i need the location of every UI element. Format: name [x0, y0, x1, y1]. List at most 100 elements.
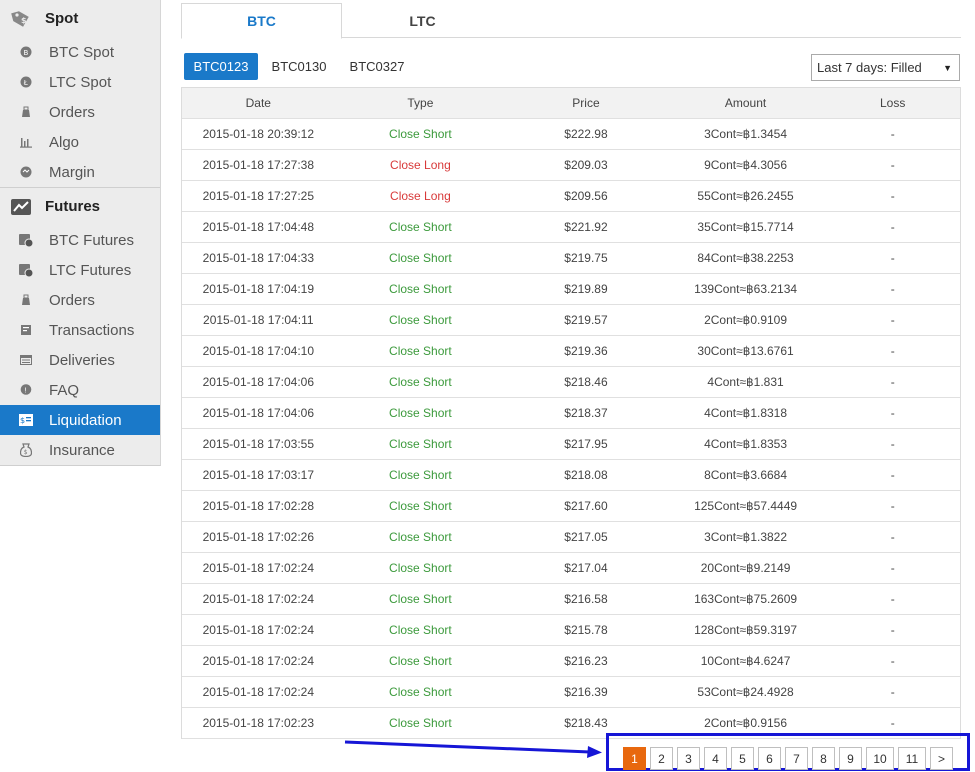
- page-button-2[interactable]: 2: [650, 747, 673, 770]
- cell-date: 2015-01-18 17:02:26: [202, 530, 315, 544]
- cell-date: 2015-01-18 17:04:33: [202, 251, 315, 265]
- pagination: 1 2 3 4 5 6 7 8 9 10 11 >: [623, 747, 957, 770]
- bar-chart-icon: [19, 135, 33, 149]
- column-header-date[interactable]: Date: [182, 88, 335, 118]
- orders-icon: [19, 293, 33, 307]
- sidebar-item-label: Liquidation: [49, 411, 122, 429]
- cell-amount: 125Cont≈฿57.4449: [694, 499, 798, 513]
- sidebar-item-label: LTC Spot: [49, 73, 112, 91]
- sidebar-item-insurance[interactable]: $ Insurance: [0, 435, 160, 465]
- cell-loss: -: [890, 561, 895, 575]
- cell-amount: 20Cont≈฿9.2149: [700, 561, 791, 575]
- cell-date: 2015-01-18 17:04:48: [202, 220, 315, 234]
- orders-icon: [19, 105, 33, 119]
- cell-loss: -: [890, 685, 895, 699]
- page-button-8[interactable]: 8: [812, 747, 835, 770]
- table-row: 2015-01-18 20:39:12 Close Short $222.98 3Co…: [182, 119, 960, 150]
- cell-type: Close Short: [389, 592, 452, 606]
- svg-text:B: B: [24, 49, 29, 57]
- page-button-1[interactable]: 1: [623, 747, 646, 770]
- sidebar-item-margin[interactable]: Margin: [0, 157, 160, 187]
- sidebar-item-label: BTC Spot: [49, 43, 115, 61]
- tab-ltc[interactable]: LTC: [342, 3, 503, 38]
- caret-down-icon: ▼: [943, 63, 952, 73]
- sidebar-item-label: Insurance: [49, 441, 115, 459]
- cell-price: $218.08: [564, 468, 608, 482]
- cell-type: Close Short: [389, 251, 452, 265]
- annotation-arrow: [344, 740, 602, 758]
- cell-amount: 2Cont≈฿0.9109: [704, 313, 788, 327]
- period-filter-select[interactable]: Last 7 days: Filled ▼: [811, 54, 960, 81]
- svg-text:$: $: [24, 449, 28, 456]
- sidebar-item-liquidation[interactable]: $ Liquidation: [0, 405, 160, 435]
- cell-amount: 35Cont≈฿15.7714: [697, 220, 794, 234]
- next-page-button[interactable]: >: [930, 747, 953, 770]
- sidebar-section-futures[interactable]: Futures: [0, 188, 160, 225]
- page-button-9[interactable]: 9: [839, 747, 862, 770]
- cell-price: $219.57: [564, 313, 608, 327]
- sidebar-item-orders[interactable]: Orders: [0, 285, 160, 315]
- period-filter-value: Last 7 days: Filled: [817, 60, 922, 75]
- sidebar-item-btc-spot[interactable]: B BTC Spot: [0, 37, 160, 67]
- page-button-6[interactable]: 6: [758, 747, 781, 770]
- margin-icon: [19, 165, 33, 179]
- cell-price: $215.78: [564, 623, 608, 637]
- column-header-type[interactable]: Type: [335, 88, 507, 118]
- column-header-amount[interactable]: Amount: [666, 88, 826, 118]
- cell-price: $218.37: [564, 406, 608, 420]
- cell-loss: -: [890, 654, 895, 668]
- table-row: 2015-01-18 17:03:55 Close Short $217.95 4Co…: [182, 429, 960, 460]
- page-button-11[interactable]: 11: [898, 747, 926, 770]
- insurance-icon: $: [19, 443, 33, 457]
- cell-loss: -: [890, 468, 895, 482]
- table-row: 2015-01-18 17:02:28 Close Short $217.60 125…: [182, 491, 960, 522]
- table-row: 2015-01-18 17:02:24 Close Short $216.58 163…: [182, 584, 960, 615]
- column-header-price[interactable]: Price: [506, 88, 666, 118]
- cell-date: 2015-01-18 17:02:24: [202, 592, 315, 606]
- cell-type: Close Short: [389, 716, 452, 730]
- cell-loss: -: [890, 158, 895, 172]
- cell-loss: -: [890, 282, 895, 296]
- cell-loss: -: [890, 592, 895, 606]
- contract-btc0130[interactable]: BTC0130: [263, 53, 335, 80]
- sidebar-item-deliveries[interactable]: Deliveries: [0, 345, 160, 375]
- page-button-5[interactable]: 5: [731, 747, 754, 770]
- deliveries-icon: [19, 353, 33, 367]
- sidebar-section-spot[interactable]: $ Spot: [0, 0, 160, 37]
- cell-price: $222.98: [564, 127, 608, 141]
- sidebar-item-faq[interactable]: ! FAQ: [0, 375, 160, 405]
- page-button-3[interactable]: 3: [677, 747, 700, 770]
- sidebar-item-orders[interactable]: Orders: [0, 97, 160, 127]
- page-button-10[interactable]: 10: [866, 747, 894, 770]
- cell-date: 2015-01-18 17:03:55: [202, 437, 315, 451]
- cell-price: $217.95: [564, 437, 608, 451]
- table-row: 2015-01-18 17:04:33 Close Short $219.75 84C…: [182, 243, 960, 274]
- sidebar-item-label: Transactions: [49, 321, 135, 339]
- cell-loss: -: [890, 344, 895, 358]
- sidebar-item-btc-futures[interactable]: BTC Futures: [0, 225, 160, 255]
- sidebar-section-label: Futures: [45, 198, 101, 215]
- cell-date: 2015-01-18 17:27:25: [202, 189, 315, 203]
- cell-price: $217.60: [564, 499, 608, 513]
- cell-amount: 8Cont≈฿3.6684: [704, 468, 788, 482]
- tag-icon: $: [10, 8, 32, 30]
- sidebar-item-ltc-futures[interactable]: LTC Futures: [0, 255, 160, 285]
- cell-type: Close Short: [389, 530, 452, 544]
- cell-type: Close Short: [389, 499, 452, 513]
- cell-type: Close Short: [389, 282, 452, 296]
- page-button-7[interactable]: 7: [785, 747, 808, 770]
- svg-text:$: $: [20, 416, 25, 425]
- column-header-loss[interactable]: Loss: [825, 88, 960, 118]
- page-button-4[interactable]: 4: [704, 747, 727, 770]
- sidebar-item-ltc-spot[interactable]: Ł LTC Spot: [0, 67, 160, 97]
- table-row: 2015-01-18 17:04:11 Close Short $219.57 2Co…: [182, 305, 960, 336]
- contract-btc0123[interactable]: BTC0123: [184, 53, 258, 80]
- svg-text:Ł: Ł: [23, 79, 28, 87]
- cell-amount: 163Cont≈฿75.2609: [694, 592, 798, 606]
- contract-btc0327[interactable]: BTC0327: [341, 53, 413, 80]
- tab-btc[interactable]: BTC: [181, 3, 342, 39]
- cell-loss: -: [890, 437, 895, 451]
- sidebar-item-algo[interactable]: Algo: [0, 127, 160, 157]
- sidebar-item-transactions[interactable]: Transactions: [0, 315, 160, 345]
- cell-type: Close Short: [389, 623, 452, 637]
